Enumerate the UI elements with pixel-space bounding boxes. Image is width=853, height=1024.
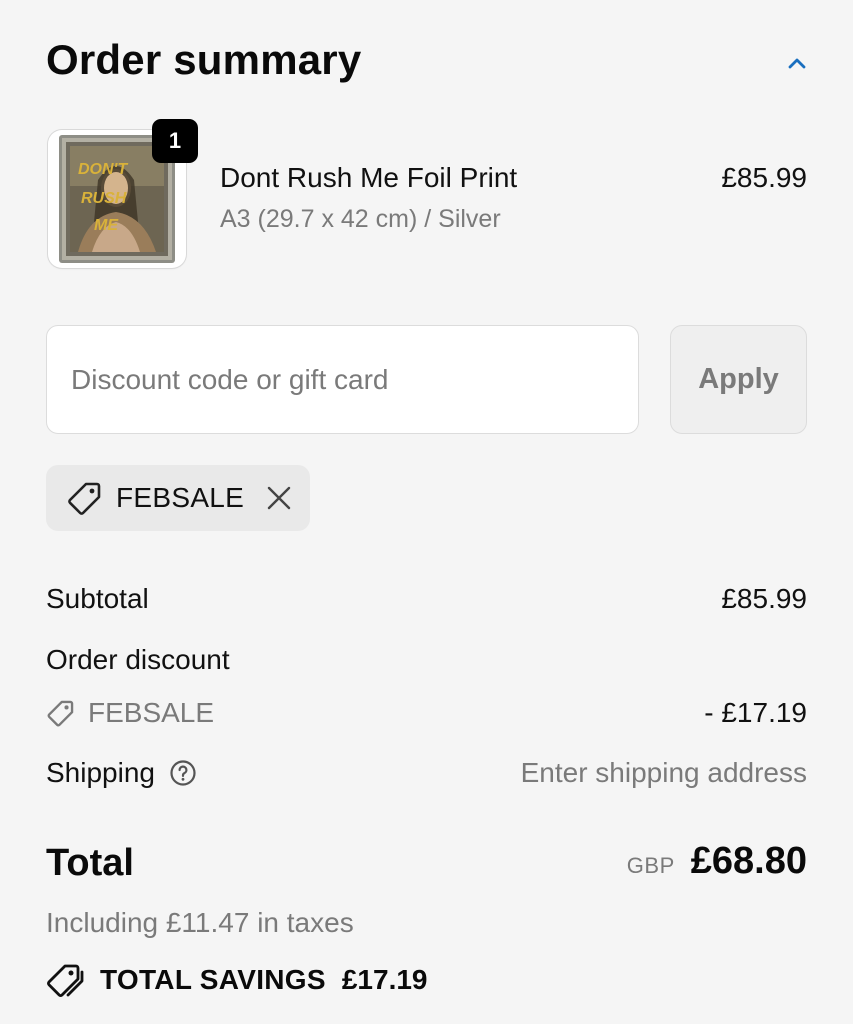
order-discount-code: FEBSALE [88, 697, 215, 728]
shipping-label: Shipping [46, 757, 155, 788]
apply-button[interactable]: Apply [670, 325, 807, 434]
chevron-up-icon [788, 58, 806, 69]
applied-discount-code: FEBSALE [116, 482, 245, 513]
total-savings-label: TOTAL SAVINGS [100, 964, 326, 995]
help-icon[interactable] [169, 759, 197, 787]
discount-code-input[interactable] [46, 325, 639, 434]
product-name: Dont Rush Me Foil Print [220, 162, 518, 193]
collapse-summary-button[interactable] [781, 48, 813, 80]
thumbnail-text-line-3: ME [94, 217, 119, 234]
quantity-badge: 1 [152, 119, 198, 163]
thumbnail-text-line-1: DON'T [78, 161, 128, 178]
total-label: Total [46, 842, 134, 884]
tags-icon [46, 960, 86, 1000]
tag-icon [66, 479, 104, 517]
tax-note: Including £11.47 in taxes [46, 907, 354, 938]
product-price: £85.99 [721, 162, 807, 193]
shipping-row: Shipping [46, 757, 197, 789]
subtotal-value: £85.99 [721, 583, 807, 614]
order-discount-value: - £17.19 [704, 697, 807, 728]
order-discount-code-row: FEBSALE [46, 697, 214, 729]
tag-icon [47, 700, 74, 727]
order-discount-label: Order discount [46, 644, 230, 675]
total-value: £68.80 [690, 840, 807, 882]
total-amount: GBP £68.80 [627, 840, 807, 883]
total-savings: TOTAL SAVINGS £17.19 [46, 960, 428, 1000]
close-icon [267, 486, 291, 510]
remove-discount-button[interactable] [264, 483, 294, 513]
subtotal-label: Subtotal [46, 583, 149, 614]
currency-code: GBP [626, 853, 675, 878]
shipping-value: Enter shipping address [520, 757, 807, 788]
product-variant: A3 (29.7 x 42 cm) / Silver [220, 205, 501, 233]
applied-discount-chip: FEBSALE [46, 465, 310, 531]
page-title: Order summary [46, 36, 362, 83]
thumbnail-text-line-2: RUSH [81, 190, 127, 207]
total-savings-value: £17.19 [341, 964, 428, 995]
